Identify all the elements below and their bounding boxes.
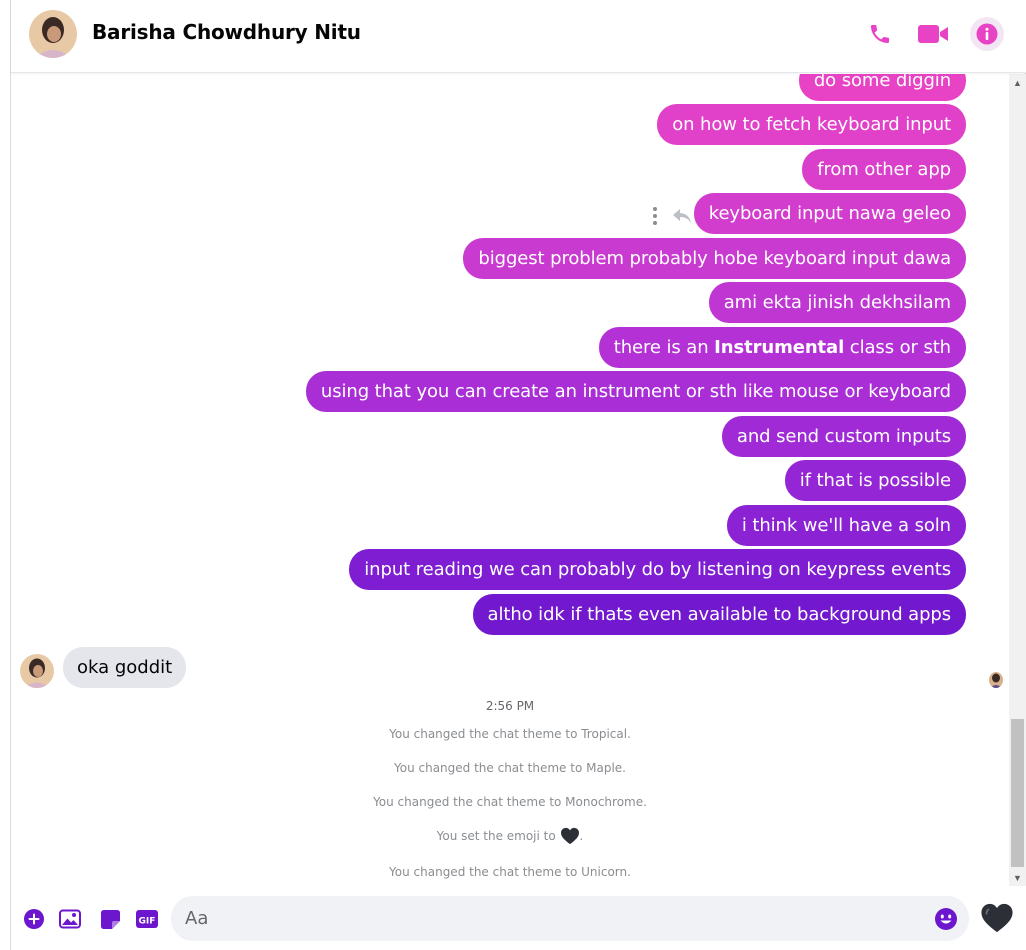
phone-icon xyxy=(871,25,889,43)
outgoing-message[interactable]: do some diggin xyxy=(798,74,966,101)
gif-button[interactable]: GIF xyxy=(134,906,160,932)
system-message-text: You set the emoji to xyxy=(436,829,556,843)
message-text: there is an xyxy=(613,337,715,358)
outgoing-message[interactable]: if that is possible xyxy=(784,460,966,501)
message-input[interactable] xyxy=(171,896,969,941)
outgoing-message[interactable]: there is an Instrumental class or sth xyxy=(598,327,966,368)
sticker-icon xyxy=(100,909,120,929)
scroll-down-arrow-icon[interactable]: ▼ xyxy=(1009,869,1026,886)
sticker-button[interactable] xyxy=(97,906,123,932)
system-message: You changed the chat theme to Maple. xyxy=(394,761,626,775)
outgoing-message[interactable]: from other app xyxy=(802,149,966,190)
outgoing-message[interactable]: and send custom inputs xyxy=(721,416,966,457)
message-timestamp: 2:56 PM xyxy=(485,699,535,713)
system-message-suffix: . xyxy=(579,829,584,843)
black-heart-icon xyxy=(981,903,1013,933)
chat-window: Barisha Chowdhury Nitu do some diggin on… xyxy=(10,0,1026,950)
message-scrollbar[interactable]: ▲ ▼ xyxy=(1009,74,1026,886)
image-icon xyxy=(59,909,81,929)
contact-name[interactable]: Barisha Chowdhury Nitu xyxy=(92,20,361,44)
contact-avatar[interactable] xyxy=(29,10,77,58)
more-icon[interactable] xyxy=(647,205,663,227)
incoming-message[interactable]: oka goddit xyxy=(63,647,187,688)
attach-image-button[interactable] xyxy=(57,906,83,932)
scrollbar-thumb[interactable] xyxy=(1011,719,1024,867)
message-composer: GIF xyxy=(11,886,1026,950)
contact-avatar-small[interactable] xyxy=(20,654,54,688)
message-text: class or sth xyxy=(844,337,951,358)
seen-avatar xyxy=(989,672,1003,688)
emoji-icon xyxy=(935,908,957,930)
system-message: You changed the chat theme to Unicorn. xyxy=(389,865,631,879)
system-message: You changed the chat theme to Monochrome… xyxy=(373,795,647,809)
scroll-up-arrow-icon[interactable]: ▲ xyxy=(1009,74,1026,91)
system-message: You changed the chat theme to Tropical. xyxy=(389,727,631,741)
message-text-bold: Instrumental xyxy=(714,337,845,358)
outgoing-message[interactable]: input reading we can probably do by list… xyxy=(349,549,966,590)
outgoing-message[interactable]: on how to fetch keyboard input xyxy=(657,104,966,145)
outgoing-message[interactable]: ami ekta jinish dekhsilam xyxy=(708,282,966,323)
reply-icon[interactable] xyxy=(671,206,693,226)
conversation-info-button[interactable] xyxy=(970,17,1004,51)
audio-call-button[interactable] xyxy=(863,17,897,51)
chat-header: Barisha Chowdhury Nitu xyxy=(11,0,1026,73)
video-call-button[interactable] xyxy=(916,17,950,51)
gif-icon: GIF xyxy=(136,910,158,928)
plus-circle-icon xyxy=(24,909,44,929)
outgoing-message[interactable]: using that you can create an instrument … xyxy=(305,371,966,412)
gif-label: GIF xyxy=(139,917,156,927)
outgoing-message[interactable]: keyboard input nawa geleo xyxy=(693,193,966,234)
info-icon xyxy=(976,23,998,45)
video-camera-icon xyxy=(918,25,948,43)
message-list: do some diggin on how to fetch keyboard … xyxy=(11,74,1009,892)
outgoing-message[interactable]: i think we'll have a soln xyxy=(726,505,966,546)
send-emoji-button[interactable] xyxy=(980,902,1014,936)
emoji-picker-button[interactable] xyxy=(934,907,958,931)
outgoing-message[interactable]: biggest problem probably hobe keyboard i… xyxy=(463,238,966,279)
outgoing-message[interactable]: altho idk if thats even available to bac… xyxy=(472,594,966,635)
system-message: You set the emoji to . xyxy=(11,827,1009,845)
black-heart-icon xyxy=(560,827,579,845)
more-actions-button[interactable] xyxy=(21,906,47,932)
